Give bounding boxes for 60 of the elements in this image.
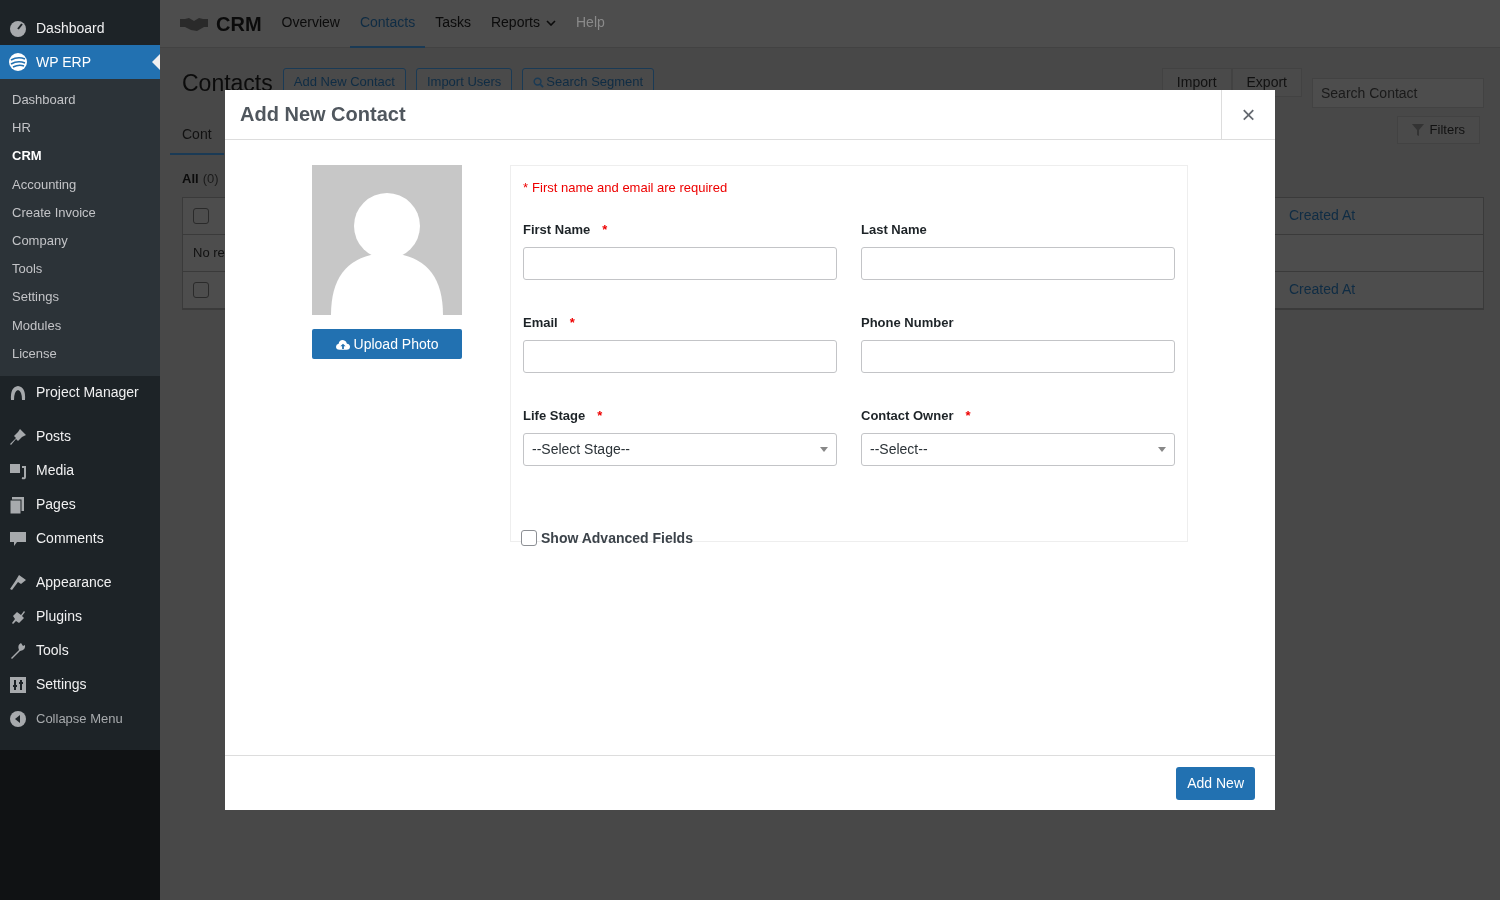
field-label: Life Stage <box>523 407 586 423</box>
field-label: Phone Number <box>861 314 954 330</box>
sidebar-item[interactable]: Pages <box>0 487 160 522</box>
input-field[interactable] <box>523 247 837 280</box>
add-new-button[interactable]: Add New <box>1176 766 1255 800</box>
handshake-icon <box>180 15 208 32</box>
sidebar-item[interactable]: Tools <box>0 633 160 668</box>
submenu-item[interactable]: License <box>0 339 160 368</box>
field-label: Email <box>523 314 558 330</box>
required-mark: * <box>569 314 575 330</box>
submenu-item[interactable]: Company <box>0 226 160 256</box>
input-field[interactable] <box>861 247 1175 280</box>
submenu-item[interactable]: Modules <box>0 311 160 340</box>
row-checkbox[interactable] <box>193 281 209 298</box>
caret-icon <box>1158 447 1166 452</box>
input-field[interactable] <box>523 340 837 373</box>
select-field[interactable]: --Select-- <box>861 433 1175 466</box>
row-checkbox[interactable] <box>193 207 209 224</box>
sidebar-item[interactable]: Comments <box>0 521 160 556</box>
field-label: First Name <box>523 221 591 237</box>
required-note: First name and email are required <box>532 179 728 197</box>
sidebar-item[interactable]: Media <box>0 453 160 488</box>
submenu-item[interactable]: HR <box>0 114 160 143</box>
collapse-icon <box>8 708 28 729</box>
checkbox[interactable] <box>521 530 537 546</box>
submenu-item[interactable]: Dashboard <box>0 86 160 115</box>
gauge-icon <box>8 18 28 38</box>
submenu-item[interactable]: Tools <box>0 255 160 284</box>
submenu-item[interactable]: CRM <box>0 142 160 171</box>
brush-icon <box>8 572 28 593</box>
pin-icon <box>8 426 28 447</box>
checkbox-label[interactable]: Show Advanced Fields <box>541 527 693 549</box>
select-field[interactable]: --Select Stage-- <box>523 433 837 466</box>
search-icon <box>533 76 545 88</box>
sidebar-item[interactable]: Appearance <box>0 565 160 600</box>
sidebar-item[interactable]: Settings <box>0 667 160 702</box>
required-mark: * <box>965 407 971 423</box>
required-mark: * <box>523 179 529 197</box>
field-label: Last Name <box>861 221 927 237</box>
sidebar-item[interactable]: WP ERP <box>0 45 160 79</box>
empty-message: No re <box>193 243 225 262</box>
modal-title: Add New Contact <box>239 102 407 127</box>
field-label: Contact Owner <box>861 407 954 423</box>
sidebar-item[interactable]: Posts <box>0 419 160 454</box>
required-mark: * <box>602 221 608 237</box>
upload-button[interactable]: Upload Photo <box>312 329 462 359</box>
caret-icon <box>820 447 828 452</box>
sidebar-item[interactable]: Collapse Menu <box>0 701 160 736</box>
submenu-item[interactable]: Accounting <box>0 170 160 199</box>
globe-icon <box>8 52 28 72</box>
sidebar-item[interactable]: Plugins <box>0 599 160 634</box>
cloud-upload-icon <box>335 338 350 350</box>
required-mark: * <box>597 407 603 423</box>
submenu-item[interactable]: Settings <box>0 283 160 312</box>
sliders-icon <box>8 674 28 695</box>
submenu-item[interactable]: Create Invoice <box>0 198 160 227</box>
sidebar-item[interactable]: Dashboard <box>0 11 160 45</box>
input-field[interactable] <box>861 340 1175 373</box>
sidebar-item[interactable]: Project Manager <box>0 375 160 410</box>
brand-title: CRM <box>216 11 262 37</box>
